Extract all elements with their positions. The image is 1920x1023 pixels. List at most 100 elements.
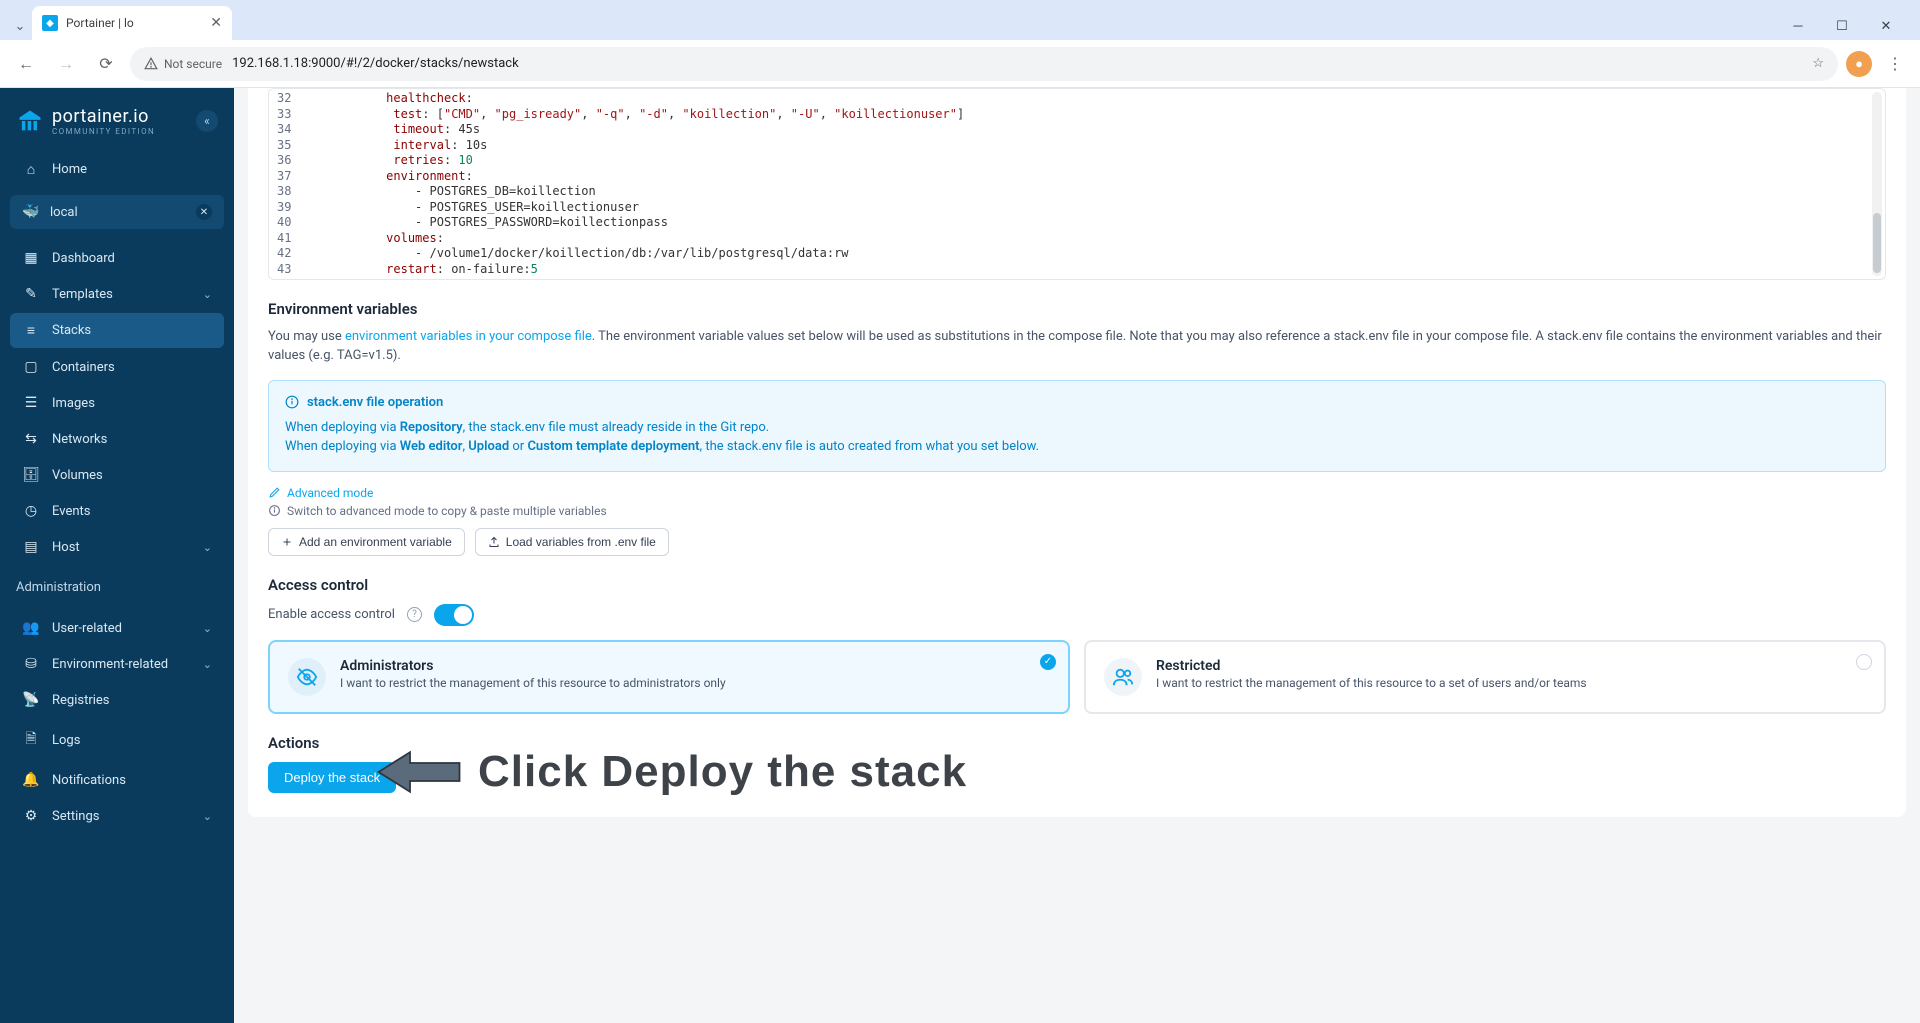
nav-label: Templates — [52, 287, 113, 302]
plus-icon — [281, 536, 293, 548]
profile-avatar[interactable]: ● — [1846, 51, 1872, 77]
env-close-button[interactable]: ✕ — [196, 204, 212, 220]
sidebar-item-user-related[interactable]: 👥User-related⌄ — [10, 611, 224, 645]
stack-form-panel: 323334353637383940414243 healthcheck: te… — [248, 88, 1906, 817]
advanced-mode-hint: Switch to advanced mode to copy & paste … — [268, 504, 1886, 518]
sidebar-item-notifications[interactable]: 🔔Notifications — [10, 763, 224, 797]
deploy-stack-button[interactable]: Deploy the stack — [268, 762, 396, 793]
nav-label: Networks — [52, 432, 107, 447]
radio-unchecked-icon — [1856, 654, 1872, 670]
card-title: Restricted — [1156, 658, 1587, 674]
scrollbar-thumb[interactable] — [1873, 213, 1881, 273]
card-desc: I want to restrict the management of thi… — [1156, 676, 1587, 690]
sidebar-item-dashboard[interactable]: ▦Dashboard — [10, 241, 224, 275]
browser-reload-button[interactable]: ⟳ — [90, 48, 122, 80]
tab-search-button[interactable]: ⌄ — [8, 12, 32, 40]
window-minimize-button[interactable]: ─ — [1778, 12, 1818, 40]
access-card-restricted[interactable]: Restricted I want to restrict the manage… — [1084, 640, 1886, 714]
portainer-logo-icon — [16, 107, 44, 135]
radio-checked-icon: ✓ — [1040, 654, 1056, 670]
window-maximize-button[interactable]: ☐ — [1822, 12, 1862, 40]
info-small-icon — [268, 504, 281, 517]
sidebar-item-registries[interactable]: 📡 Registries — [10, 683, 224, 717]
access-toggle-label: Enable access control — [268, 607, 395, 622]
brand-edition: COMMUNITY EDITION — [52, 127, 155, 136]
access-toggle[interactable] — [434, 604, 474, 626]
clock-icon: ◷ — [22, 503, 40, 519]
edit-icon — [268, 486, 281, 499]
bookmark-button[interactable]: ☆ — [1812, 56, 1824, 71]
browser-chrome: ⌄ ◆ Portainer | lo ✕ ─ ☐ ✕ ← → ⟳ Not sec… — [0, 0, 1920, 88]
browser-tab[interactable]: ◆ Portainer | lo ✕ — [32, 6, 232, 40]
url-text: 192.168.1.18:9000/#!/2/docker/stacks/new… — [232, 56, 519, 71]
sidebar-environment[interactable]: 🐳 local ✕ — [10, 195, 224, 229]
nav-label: Containers — [52, 360, 115, 375]
insecure-label: Not secure — [164, 57, 222, 71]
nav-label: Notifications — [52, 773, 126, 788]
nav-label: Registries — [52, 693, 110, 708]
load-env-file-button[interactable]: Load variables from .env file — [475, 528, 669, 556]
nav-label: Environment-related — [52, 657, 168, 672]
users-icon: 👥 — [22, 620, 40, 636]
advanced-mode-link[interactable]: Advanced mode — [268, 486, 1886, 500]
sidebar-item-templates[interactable]: ✎ Templates ⌄ — [10, 277, 224, 311]
annotation-text: Click Deploy the stack — [478, 747, 967, 797]
sidebar-item-containers[interactable]: ▢ Containers — [10, 350, 224, 384]
sidebar-item-images[interactable]: ☰Images — [10, 386, 224, 420]
browser-back-button[interactable]: ← — [10, 48, 42, 80]
radio-icon: 📡 — [22, 692, 40, 708]
window-controls: ─ ☐ ✕ — [1778, 12, 1912, 40]
favicon-icon: ◆ — [42, 15, 58, 31]
sidebar-item-networks[interactable]: ⇆Networks — [10, 422, 224, 456]
security-indicator[interactable]: Not secure — [144, 57, 222, 71]
editor-code[interactable]: healthcheck: test: ["CMD", "pg_isready",… — [299, 89, 964, 279]
sidebar-item-settings[interactable]: ⚙Settings⌄ — [10, 799, 224, 833]
add-env-var-button[interactable]: Add an environment variable — [268, 528, 465, 556]
access-help-button[interactable]: ? — [407, 607, 422, 622]
info-title-text: stack.env file operation — [307, 395, 443, 410]
editor-scrollbar[interactable] — [1872, 92, 1882, 276]
browser-menu-button[interactable]: ⋮ — [1880, 54, 1910, 73]
nav-label: Stacks — [52, 323, 91, 338]
env-docs-link[interactable]: environment variables in your compose fi… — [345, 329, 592, 344]
sidebar-item-stacks[interactable]: ≡Stacks — [10, 313, 224, 348]
nav-label: Events — [52, 504, 90, 519]
info-icon — [285, 395, 299, 409]
window-close-button[interactable]: ✕ — [1866, 12, 1906, 40]
warning-icon — [144, 57, 158, 71]
box-icon: ▢ — [22, 359, 40, 375]
nav-label: Home — [52, 162, 87, 177]
list-icon: ☰ — [22, 395, 40, 411]
access-card-administrators[interactable]: Administrators I want to restrict the ma… — [268, 640, 1070, 714]
sidebar-item-host[interactable]: ▤Host⌄ — [10, 530, 224, 564]
main-content[interactable]: 323334353637383940414243 healthcheck: te… — [234, 88, 1920, 1023]
chevron-down-icon: ⌄ — [203, 658, 212, 671]
sidebar-collapse-button[interactable]: « — [196, 110, 218, 132]
nav-label: Dashboard — [52, 251, 115, 266]
sidebar-section-admin: Administration — [10, 566, 224, 603]
hard-drive-icon: ⛁ — [22, 656, 40, 672]
sidebar-item-events[interactable]: ◷ Events — [10, 494, 224, 528]
compose-editor[interactable]: 323334353637383940414243 healthcheck: te… — [268, 88, 1886, 280]
edit-icon: ✎ — [22, 286, 40, 302]
home-icon: ⌂ — [22, 161, 40, 178]
address-bar[interactable]: Not secure 192.168.1.18:9000/#!/2/docker… — [130, 47, 1838, 81]
browser-forward-button[interactable]: → — [50, 48, 82, 80]
sidebar-item-logs[interactable]: 🗎Logs — [10, 719, 224, 761]
chevron-down-icon: ⌄ — [203, 288, 212, 301]
sidebar-item-home[interactable]: ⌂ Home — [10, 152, 224, 187]
env-help-text: You may use environment variables in you… — [268, 328, 1886, 366]
eye-off-icon — [288, 658, 326, 696]
brand-name: portainer.io — [52, 106, 155, 127]
settings-icon: ⚙ — [22, 808, 40, 824]
env-name: local — [50, 205, 78, 220]
nav-label: Logs — [52, 733, 80, 748]
tab-close-button[interactable]: ✕ — [210, 15, 222, 31]
actions-heading: Actions — [268, 734, 1886, 752]
browser-toolbar: ← → ⟳ Not secure 192.168.1.18:9000/#!/2/… — [0, 40, 1920, 88]
chevron-down-icon: ⌄ — [203, 541, 212, 554]
sidebar-item-volumes[interactable]: 🗄Volumes — [10, 458, 224, 492]
nav-label: Volumes — [52, 468, 103, 483]
sidebar-item-environment-related[interactable]: ⛁ Environment-related ⌄ — [10, 647, 224, 681]
nav-label: User-related — [52, 621, 122, 636]
